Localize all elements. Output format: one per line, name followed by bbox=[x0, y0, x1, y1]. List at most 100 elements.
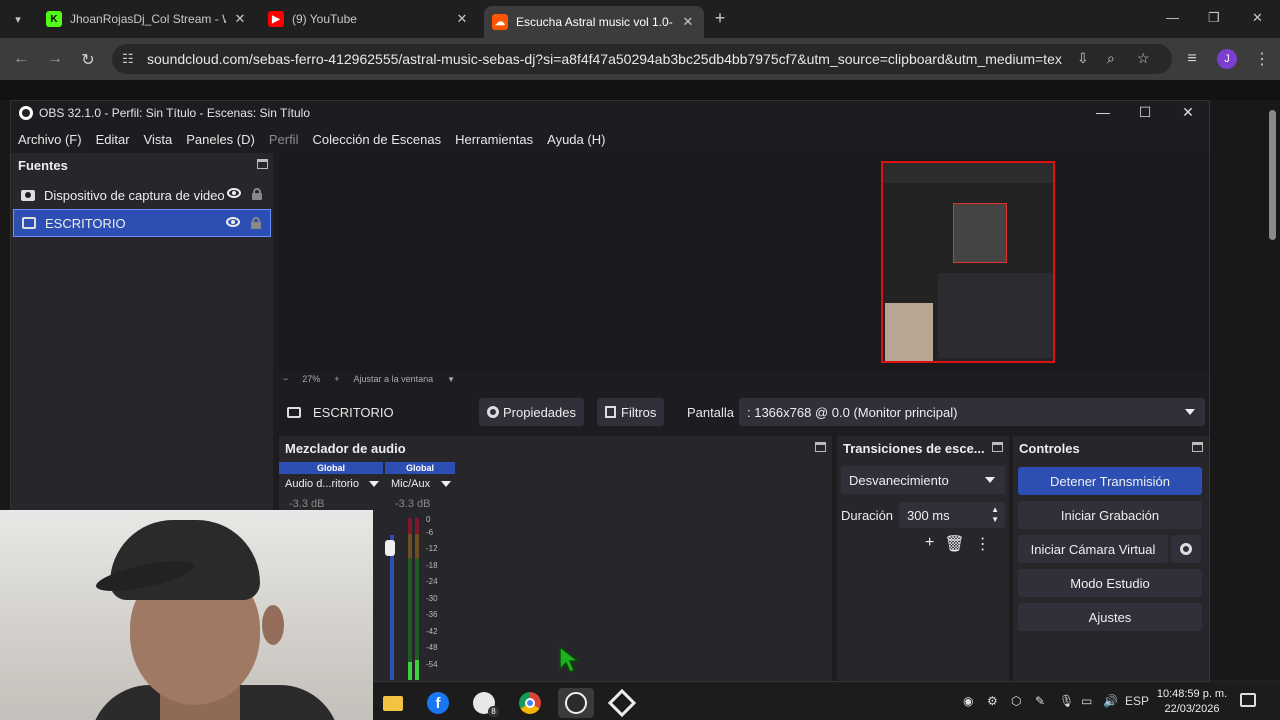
language-indicator[interactable]: ESP bbox=[1125, 694, 1149, 708]
menu-coleccion-escenas[interactable]: Colección de Escenas bbox=[312, 132, 441, 147]
start-virtual-camera-button[interactable]: Iniciar Cámara Virtual bbox=[1018, 535, 1168, 563]
forward-icon[interactable]: → bbox=[45, 50, 65, 68]
obs-minimize-icon[interactable]: — bbox=[1095, 104, 1111, 120]
tray-app-icon[interactable]: ⚙ bbox=[987, 694, 998, 708]
bookmark-star-icon[interactable]: ☆ bbox=[1137, 50, 1150, 67]
preview-source-frame[interactable] bbox=[881, 161, 1055, 363]
close-window-icon[interactable]: ✕ bbox=[1252, 10, 1263, 26]
notification-center-icon[interactable] bbox=[1240, 693, 1256, 707]
studio-mode-button[interactable]: Modo Estudio bbox=[1018, 569, 1202, 597]
volume-fader-track[interactable] bbox=[390, 535, 394, 680]
tray-app-icon[interactable]: ⬡ bbox=[1011, 694, 1021, 708]
channel-db: -3.3 dB bbox=[395, 498, 431, 510]
address-bar[interactable]: ☷ soundcloud.com/sebas-ferro-412962555/a… bbox=[112, 44, 1172, 74]
folder-icon bbox=[383, 695, 403, 711]
zoom-value: 27% bbox=[302, 374, 321, 384]
transition-select[interactable]: Desvanecimiento bbox=[841, 466, 1005, 494]
start-recording-button[interactable]: Iniciar Grabación bbox=[1018, 501, 1202, 529]
soundcloud-icon: ☁ bbox=[492, 14, 508, 30]
obs-maximize-icon[interactable]: ☐ bbox=[1137, 104, 1153, 121]
source-item-video-capture[interactable]: Dispositivo de captura de video bbox=[13, 181, 271, 209]
undock-icon[interactable] bbox=[1192, 442, 1203, 452]
tab-soundcloud[interactable]: ☁ Escucha Astral music vol 1.0- Se ✕ bbox=[484, 6, 704, 38]
stop-stream-button[interactable]: Detener Transmisión bbox=[1018, 467, 1202, 495]
browser-menu-icon[interactable]: ⋮ bbox=[1254, 49, 1270, 69]
system-clock[interactable]: 10:48:59 p. m. 22/03/2026 bbox=[1156, 687, 1228, 717]
undock-icon[interactable] bbox=[815, 442, 826, 452]
transitions-panel: Transiciones de esce... Desvanecimiento … bbox=[837, 436, 1009, 681]
spin-arrows-icon[interactable]: ▲ ▼ bbox=[991, 505, 999, 525]
virtual-camera-settings-button[interactable] bbox=[1171, 535, 1201, 563]
tab-youtube[interactable]: ▶ (9) YouTube ✕ bbox=[260, 6, 478, 32]
media-control-icon[interactable]: ≡ bbox=[1182, 50, 1202, 68]
fit-window-button[interactable]: Ajustar a la ventana bbox=[354, 374, 434, 384]
new-tab-button[interactable]: + bbox=[710, 8, 730, 29]
volume-fader-knob[interactable] bbox=[385, 540, 395, 556]
chevron-down-icon bbox=[369, 481, 379, 487]
back-icon[interactable]: ← bbox=[11, 50, 31, 68]
menu-paneles[interactable]: Paneles (D) bbox=[186, 132, 255, 147]
preview-mini-webcam bbox=[885, 303, 933, 361]
pen-icon[interactable]: ✎ bbox=[1035, 694, 1045, 708]
menu-archivo[interactable]: Archivo (F) bbox=[18, 132, 82, 147]
zoom-dropdown-icon[interactable]: ▼ bbox=[447, 375, 455, 384]
taskbar-obs[interactable] bbox=[558, 688, 594, 718]
install-app-icon[interactable]: ⇩ bbox=[1077, 50, 1089, 67]
screen-select[interactable]: : 1366x768 @ 0.0 (Monitor principal) bbox=[739, 398, 1205, 426]
lock-icon[interactable] bbox=[252, 188, 262, 200]
properties-button[interactable]: Propiedades bbox=[479, 398, 584, 426]
tab-search-icon[interactable]: ▾ bbox=[8, 9, 28, 29]
obs-close-icon[interactable]: ✕ bbox=[1180, 104, 1196, 121]
menu-vista[interactable]: Vista bbox=[144, 132, 173, 147]
settings-button[interactable]: Ajustes bbox=[1018, 603, 1202, 631]
visibility-eye-icon[interactable] bbox=[226, 217, 240, 227]
channel-name[interactable]: Audio d...ritorio bbox=[279, 474, 383, 494]
taskbar-facebook[interactable]: f bbox=[420, 688, 456, 718]
zoom-icon[interactable]: ⌕ bbox=[1107, 50, 1115, 67]
tray-app-icon[interactable]: ◉ bbox=[963, 694, 973, 708]
minimize-icon[interactable]: — bbox=[1166, 10, 1179, 25]
zoom-in-button[interactable]: + bbox=[334, 374, 339, 384]
tab-kick[interactable]: K JhoanRojasDj_Col Stream - Wat ✕ bbox=[38, 6, 256, 32]
more-options-icon[interactable]: ⋮ bbox=[975, 534, 991, 554]
zoom-out-button[interactable]: − bbox=[283, 374, 288, 384]
menu-ayuda[interactable]: Ayuda (H) bbox=[547, 132, 605, 147]
undock-icon[interactable] bbox=[257, 159, 268, 169]
menu-herramientas[interactable]: Herramientas bbox=[455, 132, 533, 147]
microphone-icon[interactable]: 🎙 bbox=[1059, 694, 1074, 708]
context-source-name: ESCRITORIO bbox=[313, 404, 394, 420]
network-icon[interactable]: ▭ bbox=[1081, 694, 1092, 708]
scrollbar-thumb[interactable] bbox=[1269, 110, 1276, 240]
add-icon[interactable]: + bbox=[925, 534, 934, 554]
tab-title: JhoanRojasDj_Col Stream - Wat bbox=[70, 12, 226, 26]
taskbar-whatsapp[interactable]: 8 bbox=[466, 688, 502, 718]
url-text: soundcloud.com/sebas-ferro-412962555/ast… bbox=[147, 51, 1062, 67]
taskbar-file-explorer[interactable] bbox=[375, 688, 411, 718]
site-info-icon[interactable]: ☷ bbox=[122, 51, 134, 67]
menu-editar[interactable]: Editar bbox=[96, 132, 130, 147]
close-tab-icon[interactable]: ✕ bbox=[454, 11, 470, 27]
profile-avatar[interactable]: J bbox=[1217, 49, 1237, 69]
source-item-escritorio[interactable]: ESCRITORIO bbox=[13, 209, 271, 237]
reload-icon[interactable]: ↻ bbox=[78, 50, 98, 70]
page-scrollbar[interactable] bbox=[1267, 96, 1277, 681]
volume-icon[interactable]: 🔊 bbox=[1103, 694, 1118, 708]
filters-button[interactable]: Filtros bbox=[597, 398, 665, 426]
restore-icon[interactable]: ❐ bbox=[1208, 10, 1220, 26]
duration-input[interactable]: 300 ms ▲ ▼ bbox=[899, 502, 1005, 528]
close-tab-icon[interactable]: ✕ bbox=[680, 14, 696, 30]
taskbar-chrome[interactable] bbox=[512, 688, 548, 718]
channel-name-label: Audio d...ritorio bbox=[285, 478, 359, 490]
channel-name[interactable]: Mic/Aux bbox=[385, 474, 455, 494]
undock-icon[interactable] bbox=[992, 442, 1003, 452]
menu-perfil[interactable]: Perfil bbox=[269, 132, 299, 147]
taskbar-cube-app[interactable] bbox=[604, 688, 640, 718]
close-tab-icon[interactable]: ✕ bbox=[232, 11, 248, 27]
notification-badge: 8 bbox=[488, 706, 499, 717]
mixer-channel-desktop: Global Audio d...ritorio -3.3 dB bbox=[279, 462, 383, 514]
lock-icon[interactable] bbox=[251, 217, 261, 229]
properties-label: Propiedades bbox=[503, 404, 576, 420]
trash-icon[interactable]: 🗑 bbox=[944, 534, 964, 554]
visibility-eye-icon[interactable] bbox=[227, 188, 241, 198]
obs-logo-icon bbox=[19, 106, 33, 120]
